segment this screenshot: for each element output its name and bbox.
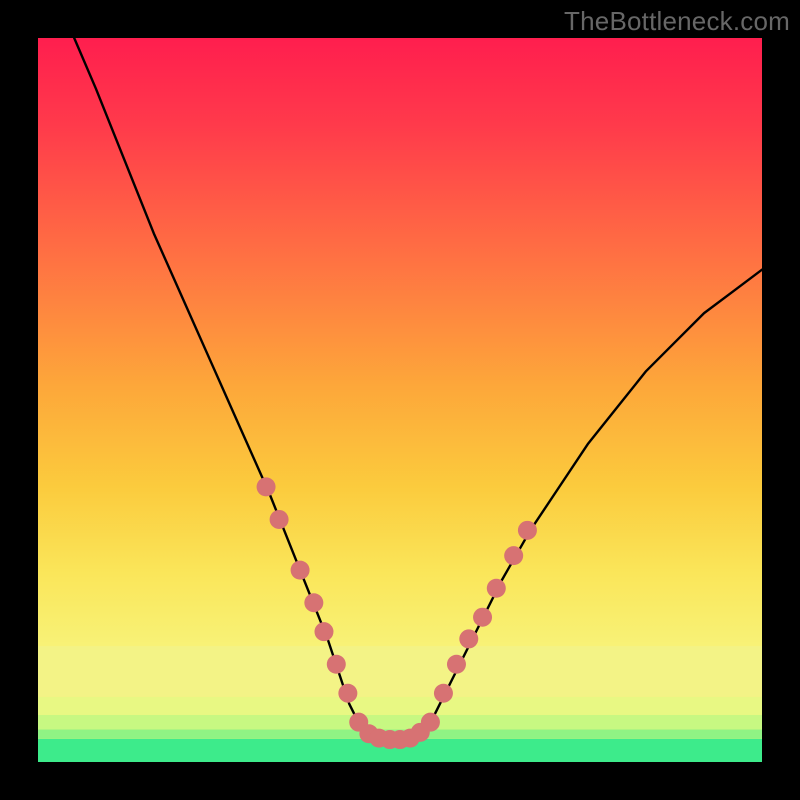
watermark-text: TheBottleneck.com (564, 6, 790, 37)
chart-svg (38, 38, 762, 762)
chart-frame: TheBottleneck.com (0, 0, 800, 800)
plot-area (38, 38, 762, 762)
